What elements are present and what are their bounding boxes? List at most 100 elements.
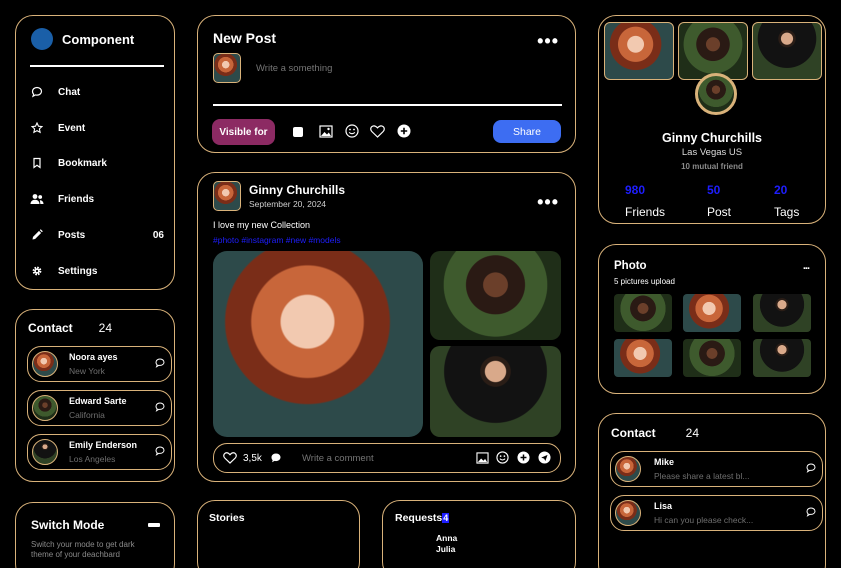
sidebar-item-settings[interactable]: Settings xyxy=(30,261,164,281)
request-name: Anna xyxy=(436,533,458,543)
profile-mutual: 10 mutual friend xyxy=(681,162,743,171)
sidebar-card: Component Chat Event Bookmark Friends Po… xyxy=(15,15,175,290)
emoji-icon[interactable] xyxy=(496,451,509,464)
photo-title: Photo xyxy=(614,260,647,272)
new-post-input[interactable] xyxy=(256,60,546,76)
profile-location: Las Vegas US xyxy=(681,147,743,158)
avatar xyxy=(213,181,241,211)
profile-card: Ginny Churchills Las Vegas US 10 mutual … xyxy=(598,15,826,224)
contact-card-right: Contact 24 Mike Please share a latest bl… xyxy=(598,413,826,568)
contact-location: Los Angeles xyxy=(69,454,116,464)
contact-title: Contact xyxy=(611,426,656,440)
comment-input[interactable] xyxy=(302,451,462,465)
contact-last-message: Please share a latest bl... xyxy=(654,471,750,481)
request-name: Julia xyxy=(436,544,456,554)
image-icon[interactable] xyxy=(476,452,489,464)
contact-item[interactable]: Edward Sarte California xyxy=(27,390,172,426)
post-author: Ginny Churchills xyxy=(249,183,346,197)
more-options-icon[interactable]: ••• xyxy=(537,193,559,211)
contact-location: New York xyxy=(69,366,105,376)
image-icon[interactable] xyxy=(319,125,333,138)
cover-photo-2[interactable] xyxy=(678,22,748,80)
add-icon[interactable] xyxy=(517,451,530,464)
stat-label: Tags xyxy=(774,205,800,219)
photo-thumb[interactable] xyxy=(614,339,672,377)
message-icon[interactable] xyxy=(806,463,816,473)
stat-label: Friends xyxy=(625,205,666,219)
like-icon[interactable] xyxy=(223,452,237,464)
cover-photo-3[interactable] xyxy=(752,22,822,80)
checkbox-icon[interactable] xyxy=(293,127,303,137)
friends-icon xyxy=(30,193,44,205)
emoji-icon[interactable] xyxy=(345,124,359,138)
contact-item[interactable]: Emily Enderson Los Angeles xyxy=(27,434,172,470)
post-text: I love my new Collection xyxy=(213,220,311,230)
message-icon[interactable] xyxy=(155,446,165,456)
visible-for-button[interactable]: Visible for xyxy=(212,119,275,145)
sidebar-item-label: Settings xyxy=(58,265,98,277)
photo-thumb[interactable] xyxy=(683,294,741,332)
contact-item[interactable]: Mike Please share a latest bl... xyxy=(610,451,823,487)
contact-name: Noora ayes xyxy=(69,352,118,362)
sidebar-item-label: Event xyxy=(58,122,86,134)
post-image-2[interactable] xyxy=(430,251,561,340)
sidebar-item-label: Chat xyxy=(58,86,81,98)
send-icon[interactable] xyxy=(538,451,551,464)
more-options-icon[interactable]: ••• xyxy=(537,32,559,50)
avatar xyxy=(615,500,641,526)
contact-item[interactable]: Lisa Hi can you please check... xyxy=(610,495,823,531)
heart-icon[interactable] xyxy=(370,125,385,138)
contact-last-message: Hi can you please check... xyxy=(654,515,754,525)
posts-badge: 06 xyxy=(152,229,164,241)
comment-icon[interactable] xyxy=(270,452,282,464)
post-date: September 20, 2024 xyxy=(249,199,327,209)
requests-title: Requests xyxy=(395,512,443,524)
contact-title: Contact xyxy=(28,321,73,335)
message-icon[interactable] xyxy=(806,507,816,517)
photo-thumb[interactable] xyxy=(614,294,672,332)
sidebar-item-label: Posts xyxy=(58,229,86,241)
photo-card: Photo ... 5 pictures upload xyxy=(598,244,826,394)
stat-friends[interactable]: 980 Friends xyxy=(625,183,665,219)
pencil-icon xyxy=(30,229,44,241)
photo-thumb[interactable] xyxy=(753,294,811,332)
message-icon[interactable] xyxy=(155,402,165,412)
mode-toggle[interactable] xyxy=(148,523,160,527)
sidebar-item-chat[interactable]: Chat xyxy=(30,82,164,102)
chat-icon xyxy=(30,86,44,98)
contact-count: 24 xyxy=(98,321,113,335)
share-button[interactable]: Share xyxy=(493,120,561,143)
stat-post[interactable]: 50 Post xyxy=(707,183,731,219)
contact-location: California xyxy=(69,410,105,420)
star-icon xyxy=(30,122,44,134)
like-count: 3,5k xyxy=(243,453,262,464)
new-post-card: New Post ••• Visible for Share xyxy=(197,15,576,153)
sidebar-item-bookmark[interactable]: Bookmark xyxy=(30,153,164,173)
post-hashtags[interactable]: #photo #instagram #new #models xyxy=(213,235,341,245)
cover-photo-1[interactable] xyxy=(604,22,674,80)
requests-count: 4 xyxy=(442,513,450,523)
message-icon[interactable] xyxy=(155,358,165,368)
photo-thumb[interactable] xyxy=(753,339,811,377)
profile-avatar[interactable] xyxy=(695,73,737,115)
contact-item[interactable]: Noora ayes New York xyxy=(27,346,172,382)
stat-value: 980 xyxy=(625,183,646,197)
sidebar-item-event[interactable]: Event xyxy=(30,118,164,138)
sidebar-item-posts[interactable]: Posts 06 xyxy=(30,225,164,245)
contact-name: Lisa xyxy=(654,501,673,511)
contact-name: Emily Enderson xyxy=(69,440,138,450)
avatar xyxy=(32,395,58,421)
sidebar-item-friends[interactable]: Friends xyxy=(30,189,164,209)
post-image-main[interactable] xyxy=(213,251,423,437)
photo-thumb[interactable] xyxy=(683,339,741,377)
switch-mode-card: Switch Mode Switch your mode to get dark… xyxy=(15,502,175,568)
sidebar-item-label: Bookmark xyxy=(58,157,107,169)
avatar xyxy=(32,439,58,465)
stat-tags[interactable]: 20 Tags xyxy=(774,183,799,219)
sidebar-divider xyxy=(30,65,164,67)
avatar xyxy=(213,53,241,83)
more-options-icon[interactable]: ... xyxy=(803,260,810,272)
gear-icon xyxy=(30,265,44,277)
post-image-3[interactable] xyxy=(430,346,561,437)
add-icon[interactable] xyxy=(397,124,411,138)
